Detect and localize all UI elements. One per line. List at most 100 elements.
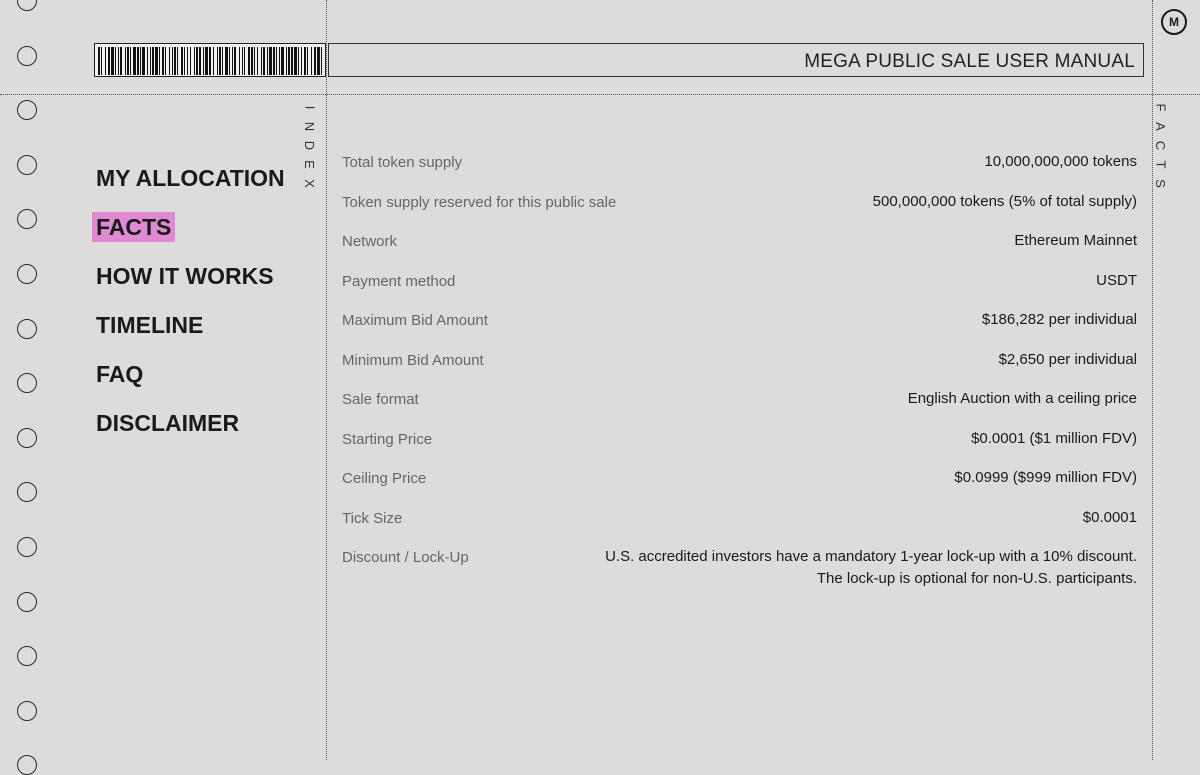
barcode-bar	[321, 47, 322, 75]
nav-label: MY ALLOCATION	[96, 165, 285, 191]
nav-facts[interactable]: FACTS	[92, 203, 289, 252]
barcode-bar	[298, 47, 299, 75]
fact-label: Total token supply	[342, 154, 463, 171]
binder-hole	[17, 427, 37, 448]
barcode-bar	[314, 47, 316, 75]
barcode-bar	[286, 47, 287, 75]
vertical-letter: S	[1153, 179, 1169, 188]
fact-value-line: $0.0001	[1082, 508, 1137, 526]
barcode-bar	[273, 47, 275, 75]
vertical-letter: E	[302, 160, 318, 169]
fact-value-line: $2,650 per individual	[998, 350, 1137, 368]
binder-hole	[17, 646, 37, 667]
m-logo-icon[interactable]: M	[1161, 9, 1187, 35]
fact-row: Network Ethereum Mainnet	[342, 223, 1137, 263]
barcode-bar	[276, 47, 277, 75]
barcode-bar	[219, 47, 221, 75]
barcode-bar	[217, 47, 218, 75]
fact-value-line: $0.0001 ($1 million FDV)	[971, 429, 1137, 447]
fact-value-line: The lock-up is optional for non-U.S. par…	[816, 570, 1137, 587]
facts-divider	[1152, 0, 1153, 760]
barcode-bar	[311, 47, 312, 75]
fact-value-line: English Auction with a ceiling price	[907, 390, 1137, 407]
nav-timeline[interactable]: TIMELINE	[96, 301, 289, 350]
barcode-bar	[169, 47, 170, 75]
vertical-letter: I	[302, 105, 318, 110]
barcode-bar	[281, 47, 284, 75]
index-label: I NDE X	[302, 98, 317, 193]
vertical-letter: T	[1153, 160, 1169, 169]
fact-value: U.S. accredited investors have a mandato…	[605, 536, 1137, 590]
binder-hole	[17, 100, 37, 121]
fact-value: $0.0999 ($999 million FDV)	[954, 457, 1137, 489]
barcode-bar	[248, 47, 250, 75]
binder-hole	[17, 482, 37, 503]
barcode-bar	[232, 47, 233, 75]
barcode-bar	[190, 47, 191, 75]
fact-value: $0.0001 ($1 million FDV)	[971, 418, 1137, 450]
barcode-bar	[142, 47, 145, 75]
barcode-bar	[101, 47, 102, 75]
fact-row: Discount / Lock-Up U.S. accredited invest…	[342, 539, 1137, 590]
index-nav: MY ALLOCATION FACTS HOW IT WORKS TIMELIN…	[92, 154, 289, 448]
fact-value: English Auction with a ceiling price	[908, 378, 1137, 410]
barcode-bar	[118, 47, 119, 75]
fact-value: 10,000,000,000 tokens	[984, 141, 1137, 173]
barcode-bar	[199, 47, 201, 75]
fact-row: Total token supply 10,000,000,000 tokens	[342, 144, 1137, 184]
barcode-bar	[172, 47, 173, 75]
nav-faq[interactable]: FAQ	[96, 350, 289, 399]
binder-hole	[17, 0, 37, 11]
barcode-bar	[239, 47, 240, 75]
binder-hole	[17, 591, 37, 612]
barcode-bar	[254, 47, 255, 75]
barcode-bar	[304, 47, 306, 75]
nav-label: TIMELINE	[96, 312, 204, 338]
nav-how-it-works[interactable]: HOW IT WORKS	[96, 252, 289, 301]
fact-label: Sale format	[342, 391, 419, 408]
fact-value-line: 500,000,000 tokens (5% of total supply)	[872, 192, 1137, 210]
barcode-bar	[251, 47, 253, 75]
nav-disclaimer[interactable]: DISCLAIMER	[96, 399, 289, 448]
vertical-letter: C	[1153, 140, 1169, 151]
binder-hole	[17, 755, 37, 775]
fact-value-line: $0.0999 ($999 million FDV)	[954, 469, 1137, 486]
nav-my-allocation[interactable]: MY ALLOCATION	[96, 154, 289, 203]
barcode-bar	[229, 47, 230, 75]
barcode-bar	[288, 47, 290, 75]
barcode-bar	[269, 47, 272, 75]
binder-hole	[17, 537, 37, 557]
binder-hole	[17, 700, 37, 721]
barcode-bar	[209, 47, 211, 75]
vertical-letter: X	[302, 179, 318, 188]
binder-hole	[17, 209, 37, 230]
fact-value-line: 10,000,000,000 tokens	[984, 153, 1137, 170]
barcode-bar	[177, 47, 178, 75]
barcode-bar	[162, 47, 164, 75]
index-divider	[326, 0, 327, 760]
fact-label: Payment method	[342, 272, 456, 290]
barcode-bar	[133, 47, 136, 75]
barcode-bar	[184, 47, 185, 75]
fact-row: Starting Price $0.0001 ($1 million FDV)	[342, 421, 1137, 461]
barcode-bar	[196, 47, 198, 75]
barcode-bar	[155, 47, 158, 75]
vertical-letter: F	[1153, 103, 1169, 112]
fact-label: Token supply reserved for this public sa…	[342, 193, 617, 211]
fact-label: Maximum Bid Amount	[342, 312, 488, 329]
fact-value-line: Ethereum Mainnet	[1014, 232, 1137, 249]
fact-label: Ceiling Price	[342, 470, 427, 487]
barcode-bar	[137, 47, 139, 75]
nav-label: FAQ	[96, 361, 144, 387]
header-divider	[0, 94, 1200, 95]
fact-row: Sale format English Auction with a ceilin…	[342, 381, 1137, 421]
barcode-bar	[263, 47, 265, 75]
barcode-bar	[120, 47, 122, 75]
fact-value: Ethereum Mainnet	[1014, 220, 1137, 252]
barcode-bar	[294, 47, 297, 75]
header-bar: MEGA PUBLIC SALE USER MANUAL	[328, 43, 1144, 77]
fact-row: Maximum Bid Amount $186,282 per individua…	[342, 302, 1137, 342]
vertical-letter: A	[1153, 122, 1169, 131]
barcode-bar	[140, 47, 141, 75]
fact-value: USDT	[1096, 260, 1137, 292]
